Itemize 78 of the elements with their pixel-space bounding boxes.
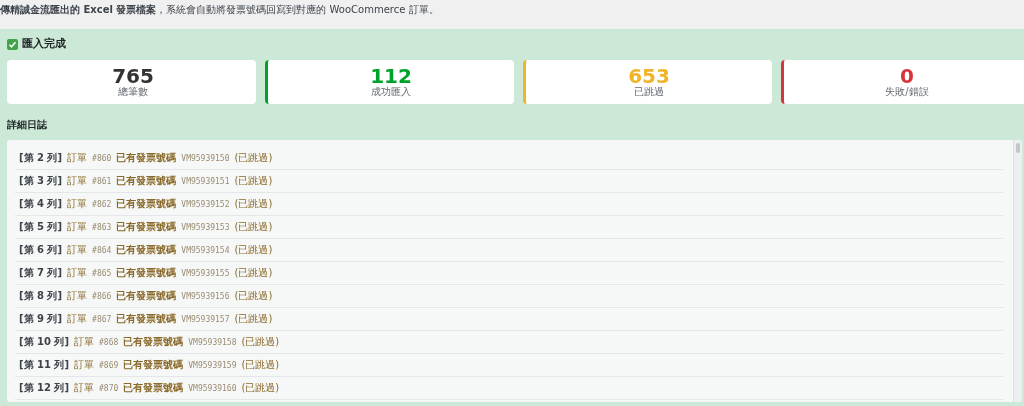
invoice-number: VM95939156 <box>181 291 230 301</box>
stat-label: 已跳過 <box>634 86 664 98</box>
stat-value: 112 <box>370 66 412 86</box>
skip-note: (已跳過) <box>241 381 280 395</box>
status-text: 已有發票號碼 <box>116 266 177 280</box>
invoice-number: VM95939155 <box>181 268 230 278</box>
order-label: 訂單 <box>67 243 88 257</box>
stat-label: 總筆數 <box>118 86 148 98</box>
row-label: [第 10 列] <box>19 335 70 349</box>
invoice-number: VM95939153 <box>181 222 230 232</box>
row-label: [第 3 列] <box>19 174 63 188</box>
order-number: #870 <box>99 383 119 393</box>
order-number: #865 <box>92 268 112 278</box>
skip-note: (已跳過) <box>241 335 280 349</box>
order-label: 訂單 <box>67 289 88 303</box>
invoice-number: VM95939151 <box>181 176 230 186</box>
row-label: [第 6 列] <box>19 243 63 257</box>
invoice-number: VM95939150 <box>181 153 230 163</box>
status-text: 已有發票號碼 <box>116 312 177 326</box>
order-label: 訂單 <box>67 197 88 211</box>
skip-note: (已跳過) <box>241 358 280 372</box>
status-text: 已有發票號碼 <box>123 358 184 372</box>
order-label: 訂單 <box>67 220 88 234</box>
stat-value: 765 <box>112 66 154 86</box>
log-title: 詳細日誌 <box>7 118 48 132</box>
invoice-number: VM95939158 <box>188 337 237 347</box>
status-text: 已有發票號碼 <box>116 289 177 303</box>
skip-note: (已跳過) <box>234 289 273 303</box>
stat-value: 653 <box>628 66 670 86</box>
status-text: 已有發票號碼 <box>116 243 177 257</box>
skip-note: (已跳過) <box>234 174 273 188</box>
row-label: [第 8 列] <box>19 289 63 303</box>
order-number: #864 <box>92 245 112 255</box>
skip-note: (已跳過) <box>234 312 273 326</box>
order-label: 訂單 <box>67 266 88 280</box>
skip-note: (已跳過) <box>234 220 273 234</box>
order-label: 訂單 <box>74 335 95 349</box>
stat-value: 0 <box>900 66 914 86</box>
skip-note: (已跳過) <box>234 243 273 257</box>
invoice-number: VM95939159 <box>188 360 237 370</box>
status-text: 已有發票號碼 <box>116 174 177 188</box>
order-number: #860 <box>92 153 112 163</box>
stat-label: 成功匯入 <box>371 86 411 98</box>
order-number: #869 <box>99 360 119 370</box>
result-title: 匯入完成 <box>22 37 66 51</box>
status-text: 已有發票號碼 <box>116 197 177 211</box>
status-text: 已有發票號碼 <box>123 335 184 349</box>
row-label: [第 12 列] <box>19 381 70 395</box>
status-text: 已有發票號碼 <box>123 381 184 395</box>
invoice-number: VM95939154 <box>181 245 230 255</box>
invoice-number: VM95939152 <box>181 199 230 209</box>
order-label: 訂單 <box>74 358 95 372</box>
skip-note: (已跳過) <box>234 266 273 280</box>
order-number: #861 <box>92 176 112 186</box>
order-number: #866 <box>92 291 112 301</box>
row-label: [第 9 列] <box>19 312 63 326</box>
scrollbar[interactable] <box>1013 140 1022 402</box>
order-number: #867 <box>92 314 112 324</box>
status-text: 已有發票號碼 <box>116 151 177 165</box>
skip-note: (已跳過) <box>234 197 273 211</box>
skip-note: (已跳過) <box>234 151 273 165</box>
stat-label: 失敗/錯誤 <box>885 86 929 98</box>
order-label: 訂單 <box>67 151 88 165</box>
order-label: 訂單 <box>67 312 88 326</box>
intro-text: 傳精誠金流匯出的 Excel 發票檔案，系統會自動將發票號碼回寫到對應的 WooCommerce 訂單。 <box>0 3 439 17</box>
order-number: #863 <box>92 222 112 232</box>
status-text: 已有發票號碼 <box>116 220 177 234</box>
order-label: 訂單 <box>74 381 95 395</box>
invoice-number: VM95939160 <box>188 383 237 393</box>
row-label: [第 11 列] <box>19 358 70 372</box>
order-number: #862 <box>92 199 112 209</box>
order-number: #868 <box>99 337 119 347</box>
row-label: [第 2 列] <box>19 151 63 165</box>
row-label: [第 5 列] <box>19 220 63 234</box>
order-label: 訂單 <box>67 174 88 188</box>
row-label: [第 4 列] <box>19 197 63 211</box>
invoice-number: VM95939157 <box>181 314 230 324</box>
row-label: [第 7 列] <box>19 266 63 280</box>
